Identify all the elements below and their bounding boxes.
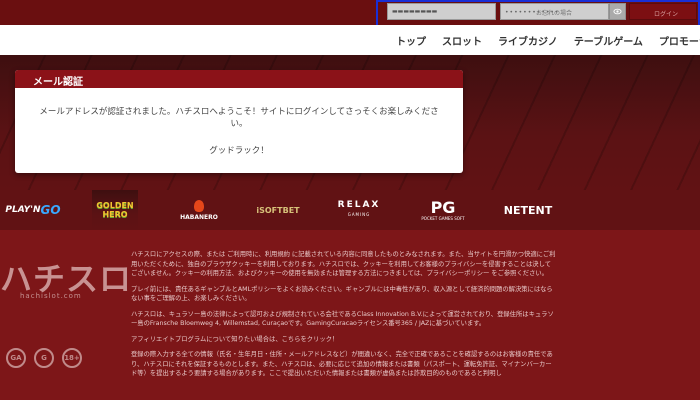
- modal-title: メール認証: [15, 70, 463, 88]
- affiliate-link[interactable]: アフィリエイトプログラムについて知りたい場合は、こちらをクリック！: [131, 335, 557, 345]
- gamcare-icon: G: [34, 348, 54, 368]
- isoftbet-logo: iSOFTBET: [256, 205, 300, 215]
- modal-message: メールアドレスが認証されました。ハチスロへようこそ！サイトにログインしてさっそく…: [39, 107, 439, 129]
- age-18-icon: 18+: [62, 348, 82, 368]
- footer-paragraph: プレイ前には、責任あるギャンブルとAMLポリシーをよくお読みください。ギャンブル…: [131, 285, 553, 303]
- relax-gaming-logo: RELAX GAMING: [337, 200, 381, 218]
- gambling-aware-icon: GA: [6, 348, 26, 368]
- footer-legal-text: ハチスロにアクセスの際、または ご利用時に、利用規約 に記載されている内容に同意…: [131, 250, 557, 385]
- playngo-logo: PLAY'N GO: [5, 203, 61, 217]
- footer-paragraph: 登録の際入力する全ての情報（氏名・生年月日・住所・メールアドレスなど）が間違いな…: [131, 351, 553, 377]
- nav-live-casino[interactable]: ライブカジノ: [498, 33, 558, 48]
- netent-logo: NETENT: [503, 203, 553, 217]
- pg-soft-logo: PG POCKET GAMES SOFT: [421, 197, 465, 221]
- provider-logos: PLAY'N GO GOLDEN HERO HABANERO iSOFTBET RE…: [0, 190, 700, 230]
- nav-slots[interactable]: スロット: [442, 33, 482, 48]
- nav-promotions[interactable]: プロモーシ: [659, 33, 700, 48]
- footer-paragraph: ハチスロにアクセスの際、または ご利用時に、利用規約 に記載されている内容に同意…: [131, 251, 556, 277]
- login-highlight-frame: [376, 0, 700, 28]
- flame-icon: [194, 199, 204, 212]
- nav-top[interactable]: トップ: [396, 33, 426, 48]
- footer: ハチスロ hachislot.com GA G 18+ ハチスロにアクセスの際、…: [0, 230, 700, 400]
- footer-paragraph: ハチスロは、キュラソー島の法律によって認可および規制されている会社であるClas…: [131, 310, 554, 328]
- habanero-logo: HABANERO: [170, 190, 228, 230]
- modal-closing: グッドラック！: [209, 146, 269, 156]
- main-nav: トップ スロット ライブカジノ テーブルゲーム プロモーシ: [0, 25, 700, 55]
- golden-hero-logo: GOLDEN HERO: [92, 190, 138, 230]
- brand-domain: hachislot.com: [20, 292, 82, 300]
- email-verification-modal: メール認証 メールアドレスが認証されました。ハチスロへようこそ！サイトにログイン…: [15, 70, 463, 173]
- nav-table-games[interactable]: テーブルゲーム: [574, 33, 643, 48]
